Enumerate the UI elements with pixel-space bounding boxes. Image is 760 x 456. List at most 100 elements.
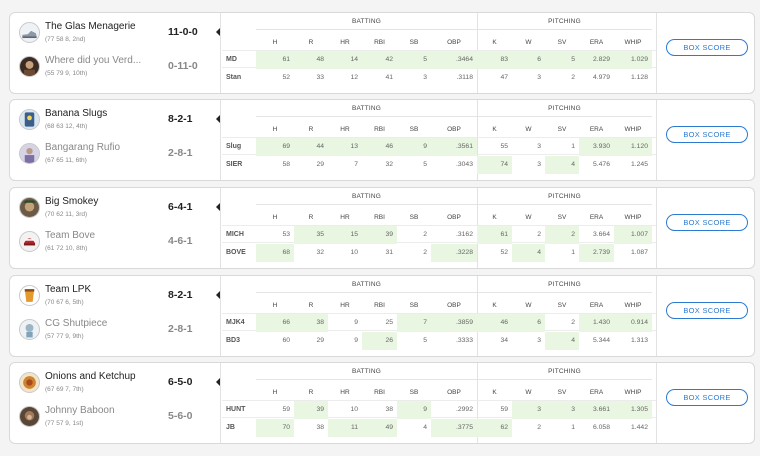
column-header[interactable]: R xyxy=(294,39,328,46)
home-team[interactable]: Big Smokey (70 62 11, 3rd) 6-4-1 xyxy=(10,192,220,222)
column-header[interactable]: OBP xyxy=(431,389,477,396)
column-header[interactable]: HR xyxy=(328,214,362,221)
home-team[interactable]: The Glas Menagerie (77 58 8, 2nd) 11-0-0 xyxy=(10,17,220,47)
team-abbreviation: MJK4 xyxy=(226,319,245,326)
column-header[interactable]: H xyxy=(256,302,294,309)
column-header[interactable]: RBI xyxy=(362,126,397,133)
stat-cell: 2 xyxy=(571,319,575,326)
box-score-button[interactable]: BOX SCORE xyxy=(666,214,748,231)
column-header[interactable]: SB xyxy=(397,214,431,221)
column-header[interactable]: ERA xyxy=(579,214,614,221)
column-header[interactable]: K xyxy=(477,214,512,221)
stat-cell: 1.087 xyxy=(630,249,648,256)
team-name[interactable]: CG Shutpiece xyxy=(45,318,107,329)
column-header[interactable]: OBP xyxy=(431,39,477,46)
column-header[interactable]: RBI xyxy=(362,39,397,46)
team-name[interactable]: The Glas Menagerie xyxy=(45,21,136,32)
column-header[interactable]: ERA xyxy=(579,39,614,46)
column-header[interactable]: OBP xyxy=(431,214,477,221)
away-team[interactable]: Johnny Baboon (77 57 9, 1st) 5-6-0 xyxy=(10,401,216,431)
column-header[interactable]: K xyxy=(477,302,512,309)
column-header[interactable]: SB xyxy=(397,302,431,309)
stat-cell: 32 xyxy=(385,161,393,168)
stat-cell: 10 xyxy=(350,249,358,256)
column-header[interactable]: RBI xyxy=(362,302,397,309)
column-header[interactable]: W xyxy=(512,302,545,309)
column-header[interactable]: RBI xyxy=(362,389,397,396)
matchup-card: Big Smokey (70 62 11, 3rd) 6-4-1 Team Bove (… xyxy=(9,187,755,269)
column-header[interactable]: H xyxy=(256,389,294,396)
column-header[interactable]: OBP xyxy=(431,302,477,309)
column-header[interactable]: H xyxy=(256,39,294,46)
column-header[interactable]: HR xyxy=(328,389,362,396)
box-score-button[interactable]: BOX SCORE xyxy=(666,389,748,406)
column-header[interactable]: WHIP xyxy=(614,389,652,396)
team-name[interactable]: Johnny Baboon xyxy=(45,405,115,416)
stat-cell: 15 xyxy=(328,226,362,244)
away-team[interactable]: CG Shutpiece (57 77 9, 9th) 2-8-1 xyxy=(10,314,216,344)
stat-cell: 60 xyxy=(282,337,290,344)
home-team[interactable]: Onions and Ketchup (67 69 7, 7th) 6-5-0 xyxy=(10,367,220,397)
column-header[interactable]: RBI xyxy=(362,214,397,221)
stat-cell: 1 xyxy=(571,143,575,150)
stat-cell: 29 xyxy=(316,337,324,344)
column-header[interactable]: SB xyxy=(397,126,431,133)
matchup-record: 8-2-1 xyxy=(168,289,193,301)
column-header[interactable]: K xyxy=(477,39,512,46)
stat-cell: 11 xyxy=(328,419,362,437)
home-team[interactable]: Team LPK (70 67 6, 5th) 8-2-1 xyxy=(10,280,220,310)
team-name[interactable]: Bangarang Rufio xyxy=(45,142,120,153)
box-score-button[interactable]: BOX SCORE xyxy=(666,302,748,319)
column-header[interactable]: SV xyxy=(545,302,579,309)
column-header[interactable]: W xyxy=(512,126,545,133)
column-header[interactable]: WHIP xyxy=(614,214,652,221)
stat-cell: 34 xyxy=(500,337,508,344)
column-header[interactable]: W xyxy=(512,39,545,46)
stat-cell: 5 xyxy=(545,51,579,69)
column-header[interactable]: SV xyxy=(545,214,579,221)
team-name[interactable]: Team LPK xyxy=(45,284,91,295)
column-header[interactable]: H xyxy=(256,126,294,133)
column-header[interactable]: SV xyxy=(545,39,579,46)
column-header[interactable]: W xyxy=(512,389,545,396)
column-header[interactable]: SB xyxy=(397,389,431,396)
team-name[interactable]: Banana Slugs xyxy=(45,108,107,119)
stat-cell: 59 xyxy=(282,406,290,413)
column-header[interactable]: HR xyxy=(328,302,362,309)
column-header[interactable]: R xyxy=(294,126,328,133)
column-header[interactable]: SV xyxy=(545,389,579,396)
stat-cell: 1.245 xyxy=(630,161,648,168)
stat-cell: 74 xyxy=(477,156,512,174)
column-header[interactable]: ERA xyxy=(579,126,614,133)
away-team[interactable]: Team Bove (61 72 10, 8th) 4-6-1 xyxy=(10,226,216,256)
column-header[interactable]: OBP xyxy=(431,126,477,133)
column-header[interactable]: R xyxy=(294,302,328,309)
column-header[interactable]: SV xyxy=(545,126,579,133)
column-header[interactable]: K xyxy=(477,126,512,133)
column-header[interactable]: H xyxy=(256,214,294,221)
column-header[interactable]: R xyxy=(294,214,328,221)
box-score-button[interactable]: BOX SCORE xyxy=(666,126,748,143)
column-header[interactable]: R xyxy=(294,389,328,396)
box-score-button[interactable]: BOX SCORE xyxy=(666,39,748,56)
team-name[interactable]: Onions and Ketchup xyxy=(45,371,136,382)
cup-icon xyxy=(19,285,40,306)
column-header[interactable]: HR xyxy=(328,126,362,133)
team-name[interactable]: Big Smokey xyxy=(45,196,98,207)
column-header[interactable]: WHIP xyxy=(614,39,652,46)
column-header[interactable]: ERA xyxy=(579,389,614,396)
column-header[interactable]: HR xyxy=(328,39,362,46)
column-header[interactable]: WHIP xyxy=(614,126,652,133)
column-header[interactable]: SB xyxy=(397,39,431,46)
team-name[interactable]: Where did you Verd... xyxy=(45,55,141,66)
away-team[interactable]: Bangarang Rufio (67 65 11, 6th) 2-8-1 xyxy=(10,138,216,168)
away-team[interactable]: Where did you Verd... (55 79 9, 10th) 0-11… xyxy=(10,51,216,81)
column-header[interactable]: K xyxy=(477,389,512,396)
column-header[interactable]: ERA xyxy=(579,302,614,309)
home-team[interactable]: Banana Slugs (68 63 12, 4th) 8-2-1 xyxy=(10,104,220,134)
column-header[interactable]: W xyxy=(512,214,545,221)
stat-cell: 6 xyxy=(512,314,545,332)
column-header[interactable]: WHIP xyxy=(614,302,652,309)
team-name[interactable]: Team Bove xyxy=(45,230,95,241)
matchup-card: The Glas Menagerie (77 58 8, 2nd) 11-0-0 Wh… xyxy=(9,12,755,94)
